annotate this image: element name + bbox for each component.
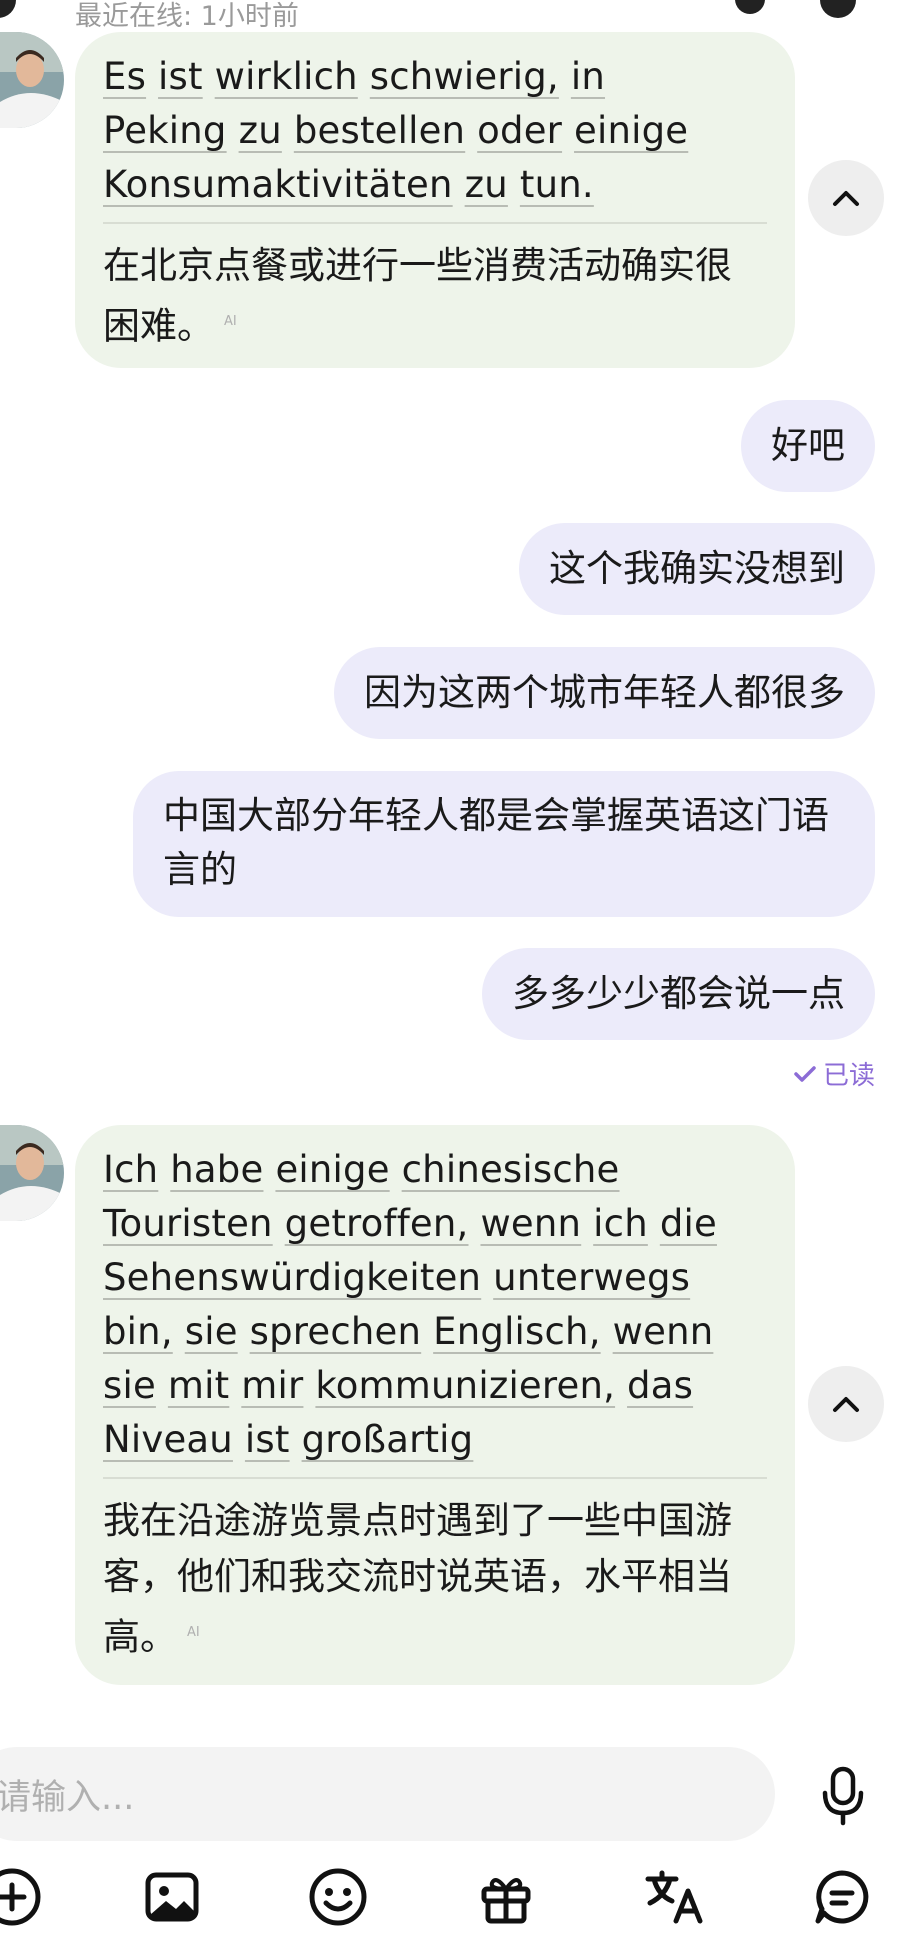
gift-icon[interactable]	[474, 1865, 538, 1929]
chevron-up-icon	[833, 1397, 859, 1412]
outgoing-message[interactable]: 这个我确实没想到	[519, 523, 875, 615]
divider	[103, 1477, 767, 1479]
collapse-translation-button[interactable]	[808, 160, 884, 236]
chat-icon[interactable]	[810, 1865, 874, 1929]
original-text: Ich habe einige chinesische Touristen ge…	[103, 1148, 717, 1461]
outgoing-message[interactable]: 中国大部分年轻人都是会掌握英语这门语言的	[133, 771, 875, 917]
emoji-icon[interactable]	[306, 1865, 370, 1929]
ai-badge: AI	[187, 1625, 200, 1640]
avatar[interactable]	[0, 1125, 64, 1221]
check-icon	[794, 1065, 816, 1082]
outgoing-message[interactable]: 多多少少都会说一点	[482, 948, 875, 1040]
incoming-message[interactable]: Es ist wirklich schwierig, in Peking zu …	[75, 32, 795, 368]
call-icon[interactable]	[735, 0, 765, 14]
read-receipt: 已读	[793, 1055, 875, 1092]
chevron-up-icon	[833, 191, 859, 206]
outgoing-message[interactable]: 好吧	[741, 400, 875, 492]
original-text: Es ist wirklich schwierig, in Peking zu …	[103, 55, 689, 206]
settings-icon[interactable]	[820, 0, 856, 18]
collapse-translation-button[interactable]	[808, 1366, 884, 1442]
microphone-icon[interactable]	[815, 1763, 871, 1827]
back-icon[interactable]	[0, 0, 16, 18]
incoming-message[interactable]: Ich habe einige chinesische Touristen ge…	[75, 1125, 795, 1685]
message-input[interactable]: 请输入...	[0, 1747, 775, 1841]
outgoing-message[interactable]: 因为这两个城市年轻人都很多	[334, 647, 875, 739]
translation-text: 我在沿途游览景点时遇到了一些中国游客，他们和我交流时说英语，水平相当高。 AI	[103, 1499, 732, 1659]
avatar[interactable]	[0, 32, 64, 128]
online-status: 最近在线: 1小时前	[75, 1, 299, 32]
add-icon[interactable]	[0, 1865, 44, 1929]
divider	[103, 222, 767, 224]
ai-badge: AI	[224, 314, 237, 329]
translation-text: 在北京点餐或进行一些消费活动确实很困难。 AI	[103, 244, 732, 348]
translate-icon[interactable]	[642, 1865, 706, 1929]
image-icon[interactable]	[140, 1865, 204, 1929]
